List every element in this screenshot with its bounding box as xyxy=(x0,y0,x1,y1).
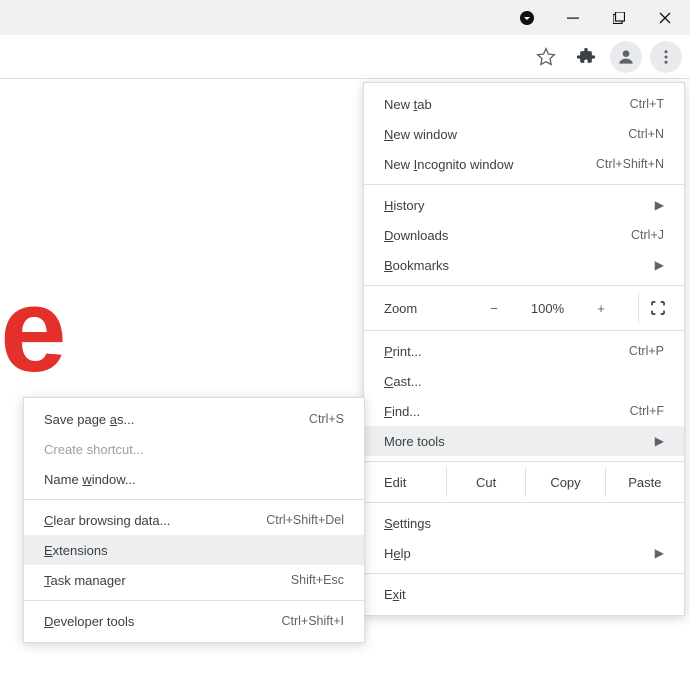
menu-exit[interactable]: Exit xyxy=(364,579,684,609)
submenu-task-manager[interactable]: Task managerShift+Esc xyxy=(24,565,364,595)
menu-new-window[interactable]: New windowCtrl+N xyxy=(364,119,684,149)
zoom-value: 100% xyxy=(531,301,564,316)
menu-settings[interactable]: Settings xyxy=(364,508,684,538)
menu-separator xyxy=(364,184,684,185)
main-menu-button[interactable] xyxy=(650,41,682,73)
menu-find[interactable]: Find...Ctrl+F xyxy=(364,396,684,426)
app-dropdown-icon[interactable] xyxy=(504,0,550,35)
bookmark-star-icon[interactable] xyxy=(530,41,562,73)
extensions-puzzle-icon[interactable] xyxy=(570,41,602,73)
chevron-right-icon: ▶ xyxy=(655,546,664,560)
menu-separator xyxy=(24,499,364,500)
edit-copy-button[interactable]: Copy xyxy=(525,467,604,497)
menu-more-tools[interactable]: More tools▶ xyxy=(364,426,684,456)
submenu-clear-browsing-data[interactable]: Clear browsing data...Ctrl+Shift+Del xyxy=(24,505,364,535)
submenu-developer-tools[interactable]: Developer toolsCtrl+Shift+I xyxy=(24,606,364,636)
menu-new-incognito[interactable]: New Incognito windowCtrl+Shift+N xyxy=(364,149,684,179)
chevron-right-icon: ▶ xyxy=(655,434,664,448)
page-content-fragment: e xyxy=(0,282,67,378)
submenu-extensions[interactable]: Extensions xyxy=(24,535,364,565)
close-button[interactable] xyxy=(642,0,688,35)
fullscreen-button[interactable] xyxy=(638,293,678,323)
menu-history[interactable]: History▶ xyxy=(364,190,684,220)
zoom-out-button[interactable]: − xyxy=(476,293,512,323)
menu-separator xyxy=(24,600,364,601)
menu-cast[interactable]: Cast... xyxy=(364,366,684,396)
menu-separator xyxy=(364,285,684,286)
zoom-in-button[interactable]: + xyxy=(583,293,619,323)
menu-separator xyxy=(364,330,684,331)
menu-bookmarks[interactable]: Bookmarks▶ xyxy=(364,250,684,280)
menu-print[interactable]: Print...Ctrl+P xyxy=(364,336,684,366)
menu-edit-row: Edit Cut Copy Paste xyxy=(364,467,684,497)
chevron-right-icon: ▶ xyxy=(655,198,664,212)
more-tools-submenu: Save page as...Ctrl+S Create shortcut...… xyxy=(23,397,365,643)
submenu-create-shortcut: Create shortcut... xyxy=(24,434,364,464)
minimize-button[interactable] xyxy=(550,0,596,35)
edit-paste-button[interactable]: Paste xyxy=(605,467,684,497)
menu-separator xyxy=(364,502,684,503)
submenu-name-window[interactable]: Name window... xyxy=(24,464,364,494)
browser-toolbar xyxy=(0,35,690,79)
maximize-button[interactable] xyxy=(596,0,642,35)
window-titlebar xyxy=(0,0,690,35)
menu-separator xyxy=(364,573,684,574)
submenu-save-page-as[interactable]: Save page as...Ctrl+S xyxy=(24,404,364,434)
menu-zoom-row: Zoom − 100% + xyxy=(364,291,684,325)
chrome-main-menu: New tabCtrl+T New windowCtrl+N New Incog… xyxy=(363,82,685,616)
menu-downloads[interactable]: DownloadsCtrl+J xyxy=(364,220,684,250)
menu-new-tab[interactable]: New tabCtrl+T xyxy=(364,89,684,119)
menu-help[interactable]: Help▶ xyxy=(364,538,684,568)
profile-avatar-icon[interactable] xyxy=(610,41,642,73)
chevron-right-icon: ▶ xyxy=(655,258,664,272)
menu-separator xyxy=(364,461,684,462)
edit-cut-button[interactable]: Cut xyxy=(446,467,525,497)
